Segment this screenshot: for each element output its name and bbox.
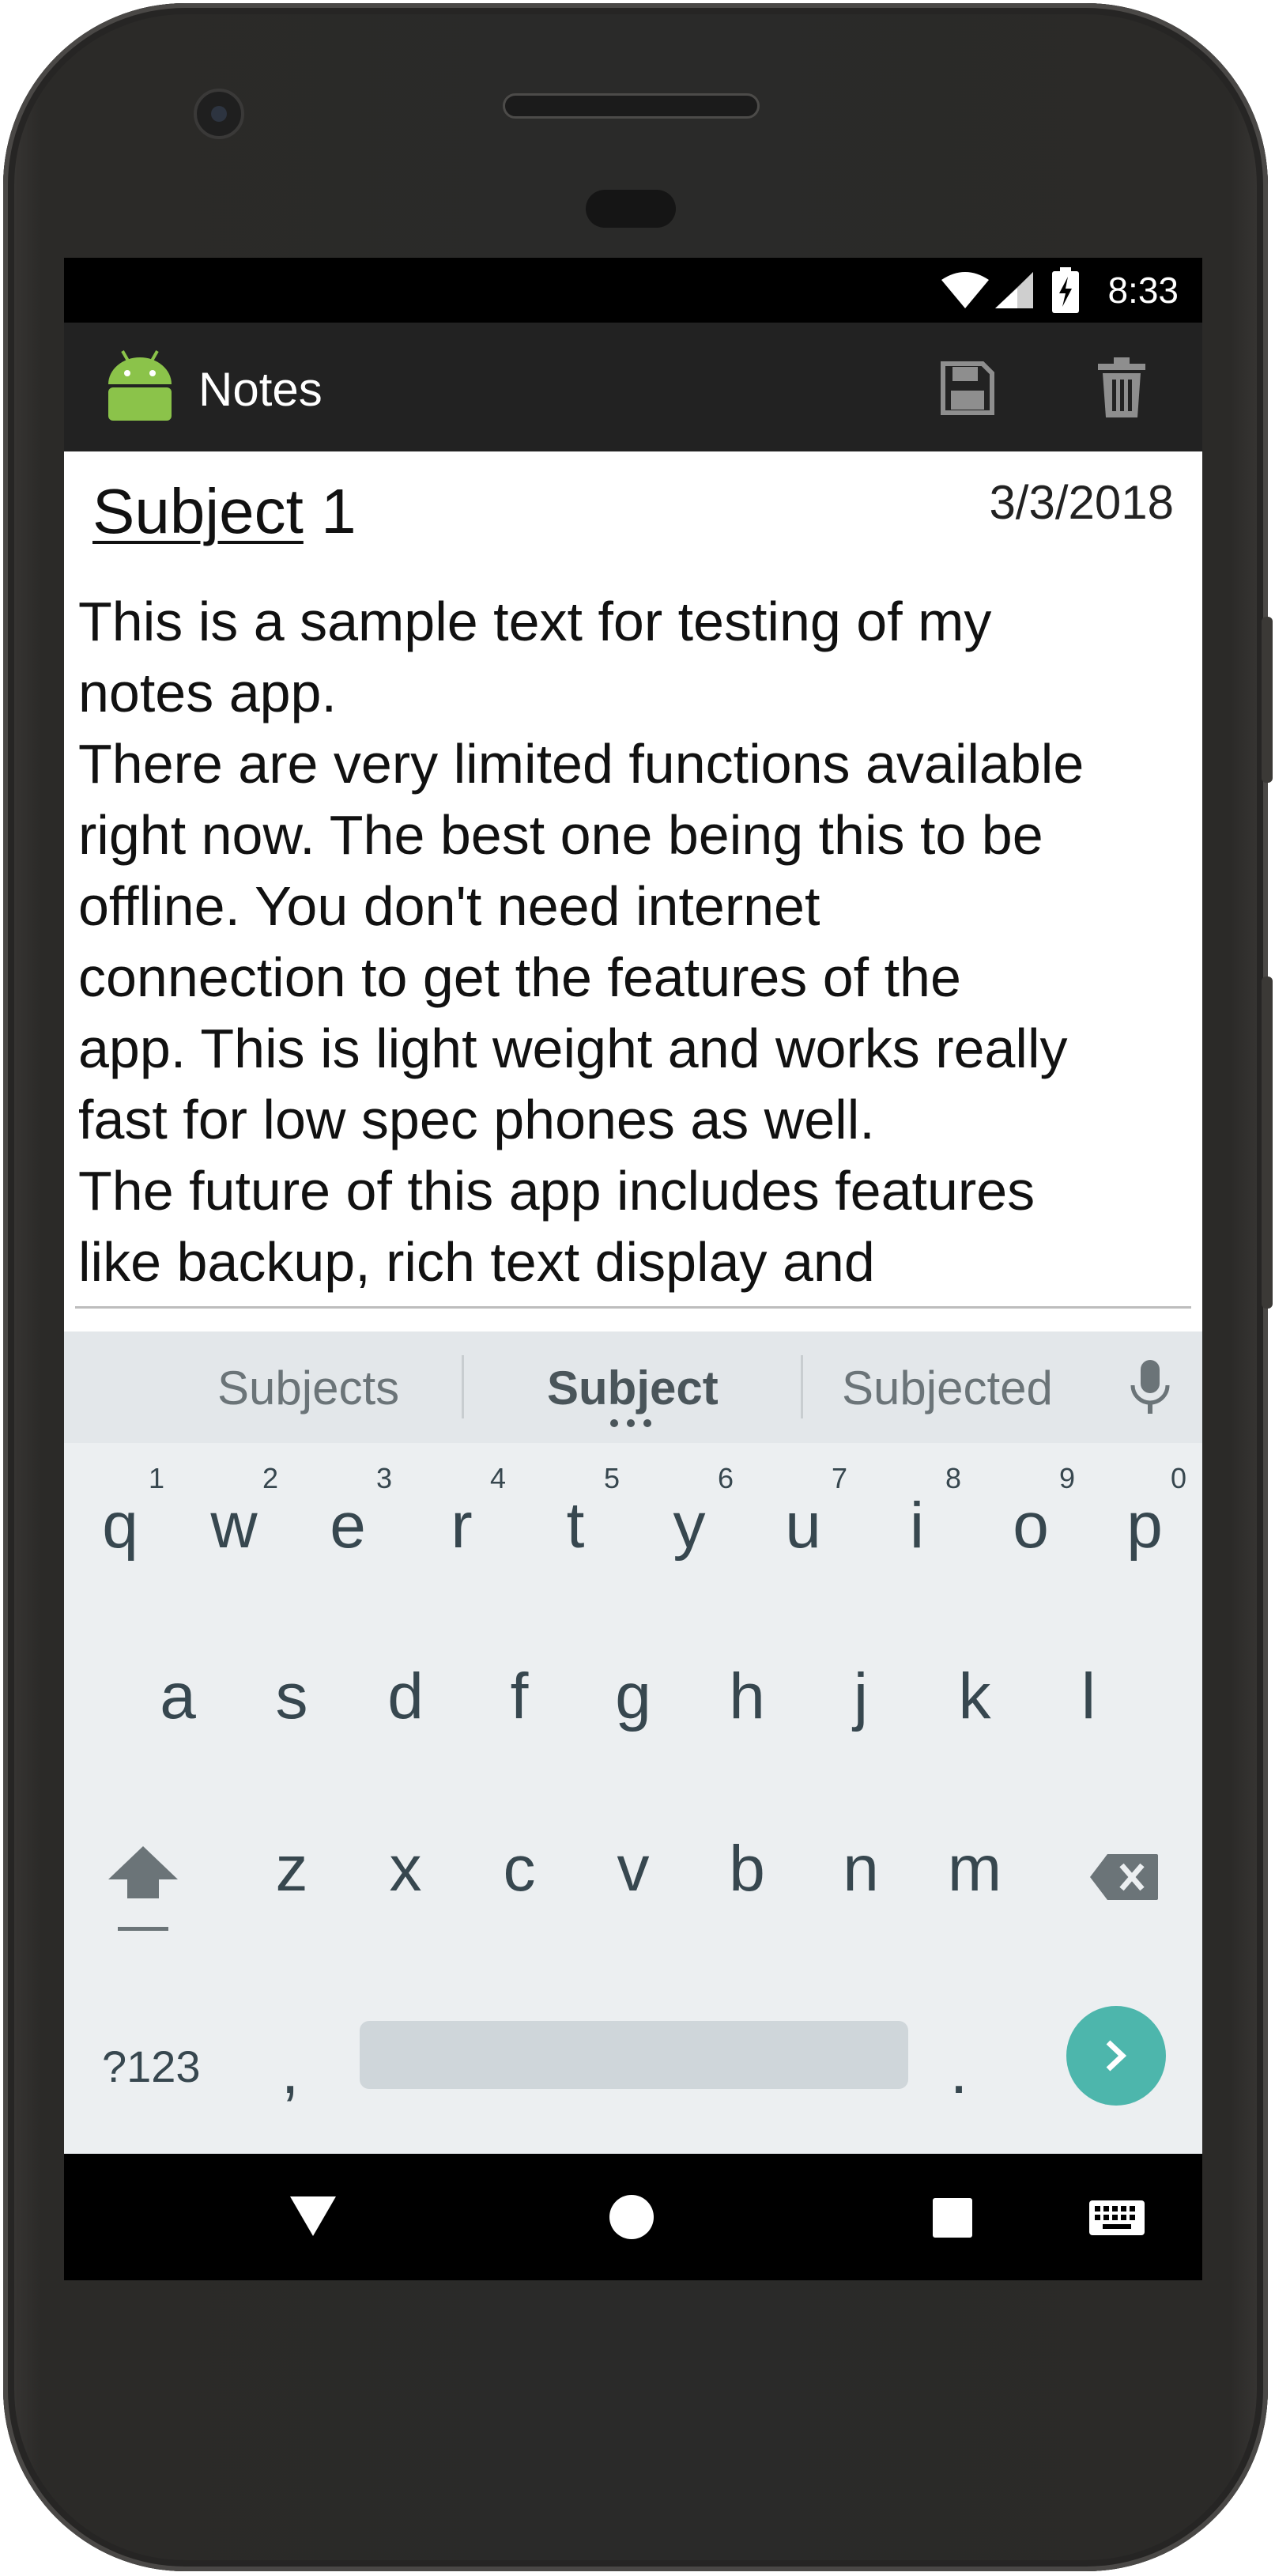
status-time: 8:33	[1107, 270, 1179, 311]
app-title: Notes	[198, 363, 323, 416]
more-suggestions-icon[interactable]	[609, 1418, 652, 1428]
key-hint: 1	[148, 1462, 165, 1494]
save-icon[interactable]	[940, 361, 995, 416]
keyboard-icon[interactable]	[1088, 2200, 1145, 2236]
key-row-1: q w e r t y u i o p 1 2 3 4 5 6 7 8 9 0	[64, 1443, 1202, 1617]
status-bar: 8:33	[64, 258, 1202, 323]
backspace-icon[interactable]	[1088, 1853, 1160, 1902]
suggestion-divider	[462, 1355, 464, 1418]
key-c[interactable]: c	[480, 1832, 559, 1906]
key-s[interactable]: s	[252, 1660, 331, 1734]
enter-arrow-icon	[1106, 2040, 1127, 2072]
key-hint: 6	[717, 1462, 734, 1494]
key-row-2: a s d f g h j k l	[64, 1617, 1202, 1789]
key-row-3: z x c v b n m	[64, 1789, 1202, 1962]
key-k[interactable]: k	[935, 1660, 1014, 1734]
key-i[interactable]: i	[877, 1489, 956, 1563]
proximity-sensor	[586, 190, 676, 228]
navigation-bar	[64, 2154, 1202, 2280]
key-d[interactable]: d	[366, 1660, 445, 1734]
key-o[interactable]: o	[991, 1489, 1070, 1563]
key-x[interactable]: x	[366, 1832, 445, 1906]
space-bar[interactable]	[360, 2021, 908, 2089]
suggestion-item-primary[interactable]: Subject	[547, 1361, 719, 1415]
key-hint: 8	[945, 1462, 962, 1494]
shift-icon[interactable]	[107, 1845, 179, 1932]
key-hint: 3	[375, 1462, 393, 1494]
volume-button	[1262, 976, 1273, 1309]
key-hint: 4	[489, 1462, 507, 1494]
suggestion-strip: Subjects Subject Subjected	[64, 1331, 1202, 1443]
key-hint: 7	[831, 1462, 848, 1494]
delete-icon[interactable]	[1096, 357, 1147, 417]
key-g[interactable]: g	[594, 1660, 673, 1734]
note-body-input[interactable]: This is a sample text for testing of my …	[78, 586, 1193, 1297]
power-button	[1262, 617, 1273, 783]
suggestion-item[interactable]: Subjected	[842, 1361, 1053, 1415]
key-t[interactable]: t	[536, 1489, 615, 1563]
key-l[interactable]: l	[1049, 1660, 1128, 1734]
key-r[interactable]: r	[422, 1489, 501, 1563]
key-z[interactable]: z	[252, 1832, 331, 1906]
key-hint: 5	[603, 1462, 621, 1494]
key-e[interactable]: e	[308, 1489, 387, 1563]
key-w[interactable]: w	[194, 1489, 273, 1563]
key-y[interactable]: y	[650, 1489, 729, 1563]
input-underline	[75, 1306, 1191, 1309]
key-v[interactable]: v	[594, 1832, 673, 1906]
subject-field[interactable]: Subject 1	[92, 475, 356, 548]
key-q[interactable]: q	[81, 1489, 160, 1563]
back-icon[interactable]	[289, 2195, 338, 2238]
key-hint: 9	[1058, 1462, 1076, 1494]
key-hint: 2	[262, 1462, 279, 1494]
key-n[interactable]: n	[821, 1832, 900, 1906]
suggestion-item[interactable]: Subjects	[217, 1361, 399, 1415]
soft-keyboard: Subjects Subject Subjected q w e r t y u…	[64, 1331, 1202, 2154]
key-m[interactable]: m	[935, 1832, 1014, 1906]
key-hint: 0	[1170, 1462, 1187, 1494]
subject-word-underlined: Subject	[92, 476, 304, 546]
enter-key[interactable]	[1066, 2006, 1166, 2106]
key-row-4: ?123 , .	[64, 1962, 1202, 2154]
key-j[interactable]: j	[821, 1660, 900, 1734]
recents-icon[interactable]	[931, 2196, 974, 2239]
earpiece-speaker	[503, 93, 760, 119]
subject-number: 1	[303, 476, 356, 546]
key-a[interactable]: a	[138, 1660, 217, 1734]
key-symbols[interactable]: ?123	[102, 2041, 201, 2092]
key-u[interactable]: u	[764, 1489, 843, 1563]
signal-icon	[995, 272, 1033, 308]
suggestion-divider	[801, 1355, 803, 1418]
battery-icon	[1052, 267, 1079, 313]
front-camera	[194, 89, 244, 139]
key-p[interactable]: p	[1105, 1489, 1184, 1563]
key-h[interactable]: h	[707, 1660, 787, 1734]
wifi-icon	[941, 272, 989, 308]
mic-icon[interactable]	[1130, 1358, 1171, 1415]
home-icon[interactable]	[608, 2193, 655, 2241]
key-f[interactable]: f	[480, 1660, 559, 1734]
key-comma[interactable]: ,	[251, 2034, 330, 2109]
key-period[interactable]: .	[919, 2034, 998, 2109]
note-date: 3/3/2018	[989, 476, 1174, 529]
app-bar: Notes	[64, 323, 1202, 451]
key-b[interactable]: b	[707, 1832, 787, 1906]
screen: 8:33 Notes Subject 1 3/3/2018 This is a …	[64, 258, 1202, 2280]
note-editor: Subject 1 3/3/2018 This is a sample text…	[64, 451, 1202, 1331]
android-logo-icon	[108, 350, 172, 421]
